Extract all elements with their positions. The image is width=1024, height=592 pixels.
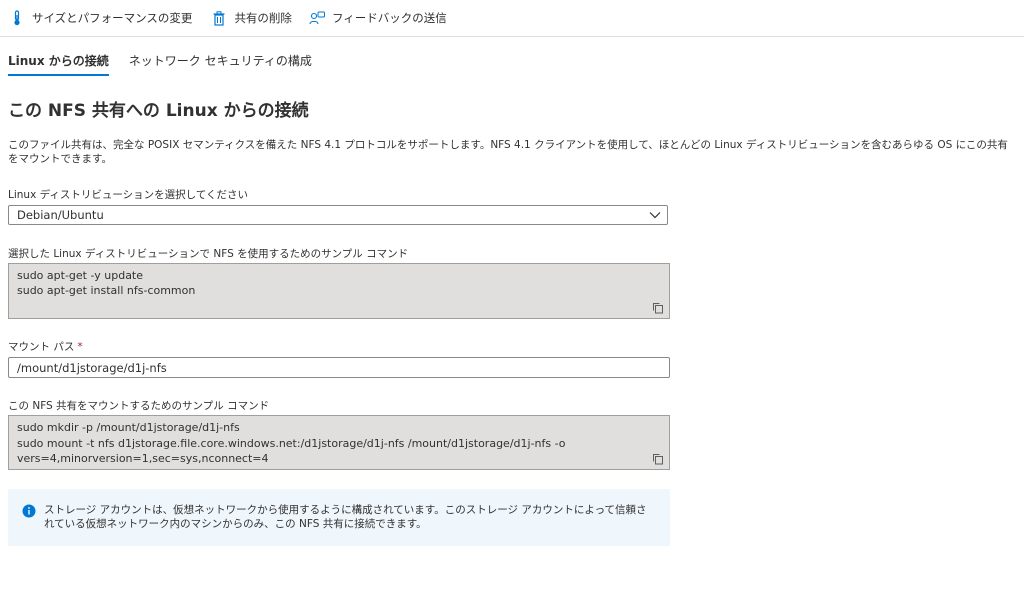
copy-icon[interactable] <box>652 453 664 465</box>
chevron-down-icon <box>643 206 667 224</box>
delete-share-label: 共有の削除 <box>234 11 292 25</box>
distro-dropdown[interactable]: Debian/Ubuntu <box>8 205 668 225</box>
code-line: sudo mount -t nfs d1jstorage.file.core.w… <box>17 436 566 450</box>
code-line: sudo apt-get -y update <box>17 269 144 282</box>
mount-path-input[interactable]: /mount/d1jstorage/d1j-nfs <box>8 357 670 378</box>
distro-label: Linux ディストリビューションを選択してください <box>8 189 249 201</box>
info-banner: ストレージ アカウントは、仮想ネットワークから使用するように構成されています。こ… <box>8 489 670 546</box>
mount-path-label: マウント パス * <box>8 339 83 354</box>
copy-icon[interactable] <box>652 302 664 314</box>
feedback-icon <box>308 9 326 27</box>
code-line: sudo mkdir -p /mount/d1jstorage/d1j-nfs <box>17 421 240 434</box>
tab-connect-linux[interactable]: Linux からの接続 <box>8 52 109 76</box>
tab-bar: Linux からの接続 ネットワーク セキュリティの構成 <box>8 52 332 76</box>
code-line: vers=4,minorversion=1,sec=sys,nconnect=4 <box>17 452 269 465</box>
description-text: このファイル共有は、完全な POSIX セマンティクスを備えた NFS 4.1 … <box>8 139 1008 165</box>
trash-icon <box>210 9 228 27</box>
sample-commands-box[interactable]: sudo apt-get -y update sudo apt-get inst… <box>8 263 670 319</box>
delete-share-button[interactable]: 共有の削除 <box>210 0 292 36</box>
code-line: sudo apt-get install nfs-common <box>17 284 196 297</box>
change-size-performance-label: サイズとパフォーマンスの変更 <box>32 11 193 25</box>
mount-path-value: /mount/d1jstorage/d1j-nfs <box>17 360 167 375</box>
thermometer-icon <box>8 9 26 27</box>
page-title: この NFS 共有への Linux からの接続 <box>8 101 309 121</box>
send-feedback-button[interactable]: フィードバックの送信 <box>308 0 447 36</box>
mount-commands-box[interactable]: sudo mkdir -p /mount/d1jstorage/d1j-nfs … <box>8 415 670 470</box>
mount-path-label-text: マウント パス <box>8 341 75 353</box>
tab-network-security[interactable]: ネットワーク セキュリティの構成 <box>129 52 312 74</box>
required-marker: * <box>77 341 83 353</box>
info-icon <box>22 504 36 518</box>
info-message-text: ストレージ アカウントは、仮想ネットワークから使用するように構成されています。こ… <box>44 504 647 530</box>
send-feedback-label: フィードバックの送信 <box>331 11 447 25</box>
distro-selected-value: Debian/Ubuntu <box>17 208 104 222</box>
change-size-performance-button[interactable]: サイズとパフォーマンスの変更 <box>8 0 192 36</box>
command-bar: サイズとパフォーマンスの変更 共有の削除 フィードバックの送信 <box>0 0 1024 37</box>
sample-commands-label: 選択した Linux ディストリビューションで NFS を使用するためのサンプル… <box>8 248 409 260</box>
mount-commands-label: この NFS 共有をマウントするためのサンプル コマンド <box>8 400 270 412</box>
